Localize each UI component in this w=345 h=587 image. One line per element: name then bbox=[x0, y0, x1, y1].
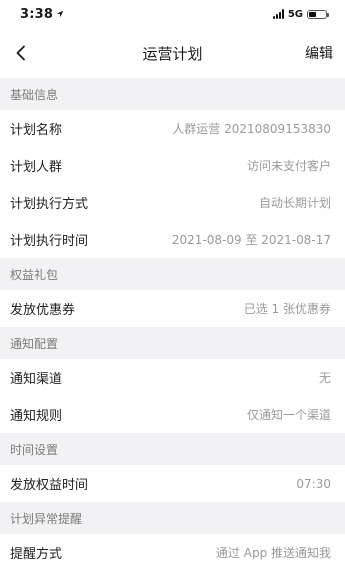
battery-fill bbox=[309, 11, 317, 17]
settings-row[interactable]: 通知渠道 无 bbox=[0, 359, 345, 396]
row-label: 计划名称 bbox=[10, 123, 63, 138]
settings-row[interactable]: 计划名称 人群运营 20210809153830 bbox=[0, 110, 345, 147]
row-value: 仅通知一个渠道 bbox=[246, 408, 331, 422]
section-header: 通知配置 bbox=[0, 327, 345, 359]
row-value: 无 bbox=[318, 371, 331, 385]
location-arrow-icon bbox=[56, 10, 64, 18]
section-header: 时间设置 bbox=[0, 433, 345, 465]
settings-row[interactable]: 通知规则 仅通知一个渠道 bbox=[0, 396, 345, 433]
row-label: 发放优惠券 bbox=[10, 303, 76, 318]
settings-row[interactable]: 发放权益时间 07:30 bbox=[0, 465, 345, 502]
back-button[interactable] bbox=[12, 44, 30, 62]
time-text: 3:38 bbox=[20, 6, 54, 22]
row-value: 访问未支付客户 bbox=[246, 159, 331, 173]
status-bar: 3:38 5G bbox=[0, 0, 345, 28]
settings-row[interactable]: 提醒方式 通过 App 推送通知我 bbox=[0, 534, 345, 571]
section-header: 权益礼包 bbox=[0, 258, 345, 290]
row-value: 2021-08-09 至 2021-08-17 bbox=[171, 233, 331, 247]
chevron-left-icon bbox=[16, 45, 25, 61]
status-time: 3:38 bbox=[20, 7, 64, 22]
battery-icon bbox=[307, 9, 329, 19]
status-indicators: 5G bbox=[272, 8, 329, 20]
section-header: 基础信息 bbox=[0, 78, 345, 110]
row-value: 已选 1 张优惠券 bbox=[243, 302, 331, 316]
row-label: 计划执行时间 bbox=[10, 234, 89, 249]
row-value: 07:30 bbox=[296, 476, 331, 491]
row-label: 通知渠道 bbox=[10, 372, 63, 387]
section-header: 计划异常提醒 bbox=[0, 502, 345, 534]
row-label: 计划执行方式 bbox=[10, 197, 89, 212]
row-label: 计划人群 bbox=[10, 160, 63, 175]
settings-list: 基础信息 计划名称 人群运营 20210809153830 计划人群 访问未支付客户 计划… bbox=[0, 78, 345, 571]
signal-icon bbox=[272, 9, 284, 19]
navigation-bar: 运营计划 编辑 bbox=[0, 28, 345, 78]
edit-button[interactable]: 编辑 bbox=[305, 43, 333, 63]
row-label: 通知规则 bbox=[10, 409, 63, 424]
settings-row[interactable]: 计划执行方式 自动长期计划 bbox=[0, 184, 345, 221]
settings-row[interactable]: 计划人群 访问未支付客户 bbox=[0, 147, 345, 184]
row-value: 通过 App 推送通知我 bbox=[215, 546, 331, 560]
row-value: 自动长期计划 bbox=[258, 196, 331, 210]
page-title: 运营计划 bbox=[142, 44, 203, 63]
row-label: 发放权益时间 bbox=[10, 478, 89, 493]
settings-row[interactable]: 发放优惠券 已选 1 张优惠券 bbox=[0, 290, 345, 327]
network-type: 5G bbox=[287, 8, 303, 20]
row-label: 提醒方式 bbox=[10, 547, 63, 562]
row-value: 人群运营 20210809153830 bbox=[172, 122, 331, 136]
settings-row[interactable]: 计划执行时间 2021-08-09 至 2021-08-17 bbox=[0, 221, 345, 258]
